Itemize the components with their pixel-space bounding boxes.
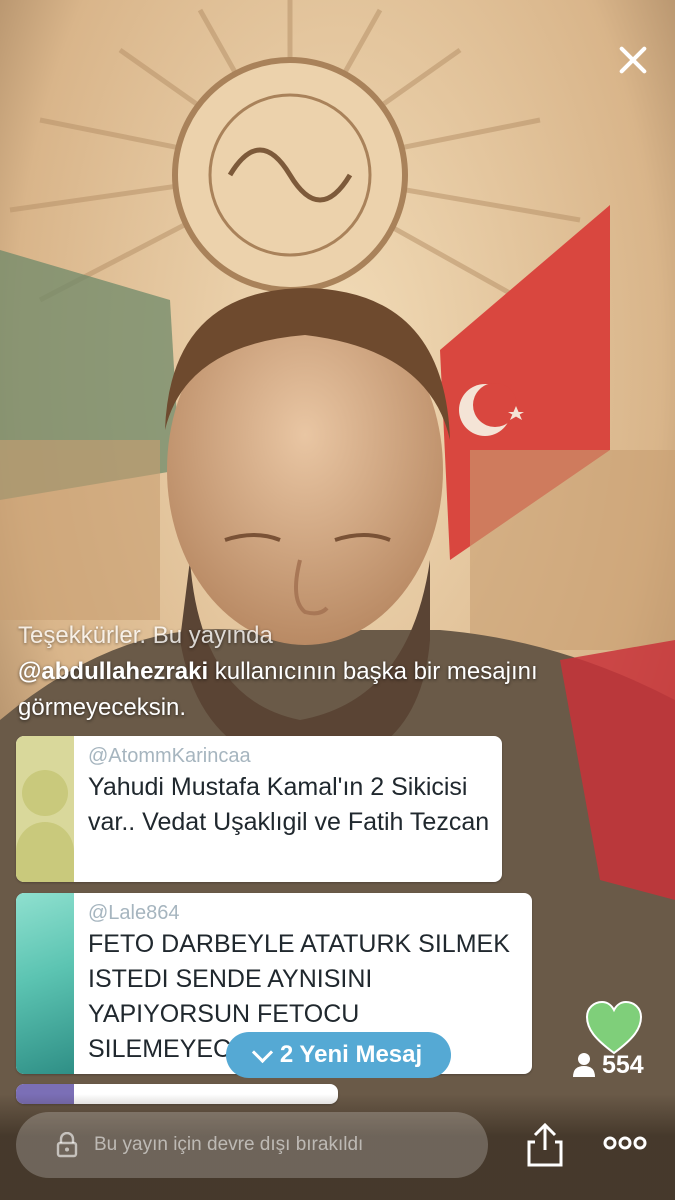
- chat-message-handle: @Lale864: [88, 902, 180, 924]
- default-avatar-head: [22, 770, 68, 816]
- chat-message-handle: @AtommKarincaa: [88, 745, 251, 767]
- comment-input-placeholder: Bu yayın için devre dışı bırakıldı: [94, 1134, 364, 1155]
- comment-input[interactable]: Bu yayın için devre dışı bırakıldı: [16, 1112, 488, 1178]
- lock-icon: [56, 1132, 78, 1158]
- blocked-username: @abdullahezraki: [18, 658, 209, 685]
- viewer-count: 554: [572, 1048, 644, 1082]
- chevron-down-icon: [251, 1041, 273, 1063]
- share-icon[interactable]: [525, 1122, 565, 1168]
- new-messages-button[interactable]: 2 Yeni Mesaj: [226, 1032, 451, 1078]
- avatar[interactable]: [16, 736, 74, 882]
- default-avatar-body: [16, 822, 74, 882]
- system-message: Teşekkürler. Bu yayında @abdullahezraki …: [18, 618, 538, 726]
- chat-message-text: Yahudi Mustafa Kamal'ın 2 Sikicisi var..…: [88, 773, 490, 836]
- person-icon: [573, 1053, 595, 1077]
- chat-message-body: @AtommKarincaa Yahudi Mustafa Kamal'ın 2…: [88, 742, 490, 840]
- more-icon[interactable]: [602, 1128, 648, 1158]
- avatar[interactable]: [16, 893, 74, 1074]
- heart-icon[interactable]: [585, 1001, 643, 1055]
- system-message-line1: Teşekkürler. Bu yayında: [18, 622, 273, 649]
- close-icon[interactable]: [604, 30, 662, 88]
- chat-message[interactable]: @AtommKarincaa Yahudi Mustafa Kamal'ın 2…: [16, 736, 502, 882]
- live-stream-view: Teşekkürler. Bu yayında @abdullahezraki …: [0, 0, 675, 1200]
- viewer-count-value: 554: [602, 1050, 644, 1079]
- new-messages-label: 2 Yeni Mesaj: [279, 1041, 423, 1068]
